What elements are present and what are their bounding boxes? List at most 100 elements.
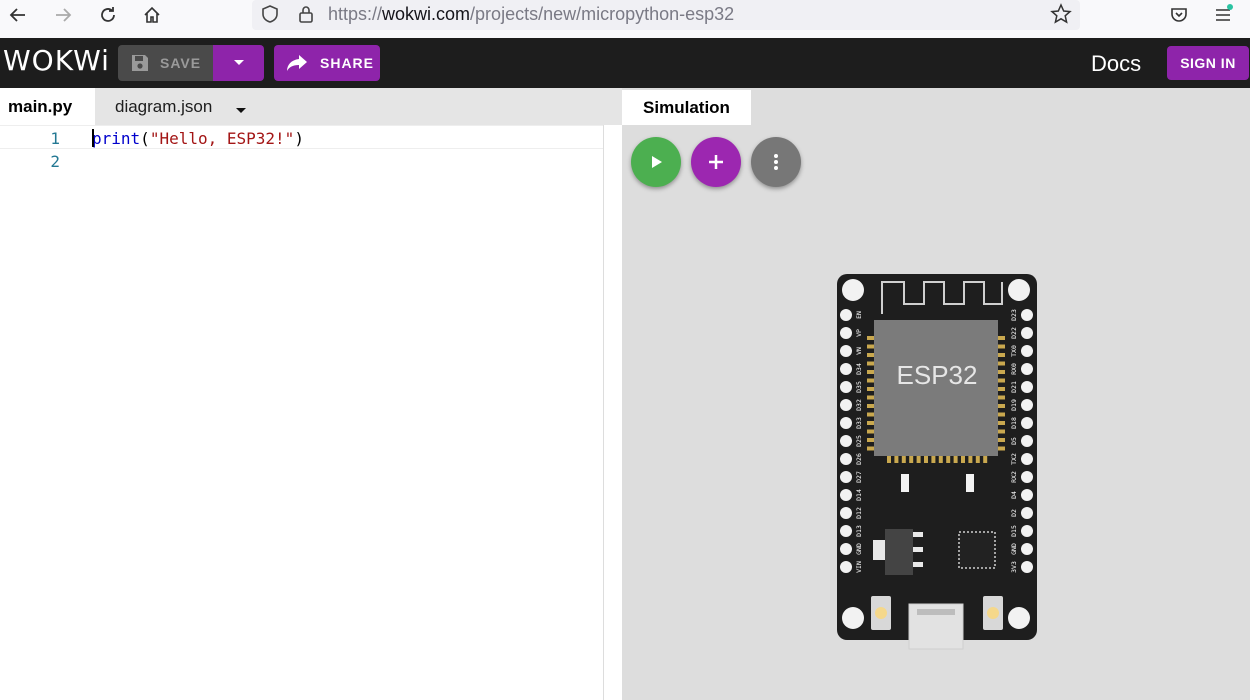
more-options-button[interactable] (751, 137, 801, 187)
pin-d33[interactable] (840, 417, 852, 429)
pin-d23[interactable] (1021, 309, 1033, 321)
pin-vp[interactable] (840, 327, 852, 339)
boot-button[interactable] (871, 596, 891, 630)
pin-label: TX0 (1010, 345, 1018, 357)
pin-d25[interactable] (840, 435, 852, 447)
browser-toolbar: https://wokwi.com/projects/new/micropyth… (0, 0, 1250, 38)
module-pad (867, 353, 874, 357)
module-pad (998, 429, 1005, 434)
code-line[interactable]: 1 print("Hello, ESP32!") (0, 125, 620, 149)
save-options-button[interactable] (213, 45, 264, 81)
module-pad (998, 387, 1005, 391)
module-pad (924, 456, 928, 463)
menu-icon[interactable] (1210, 2, 1236, 28)
save-button[interactable]: SAVE (118, 45, 213, 81)
pin-label: GND (855, 543, 863, 555)
wokwi-logo[interactable]: WOKWi (3, 44, 110, 77)
pin-label: EN (855, 311, 863, 319)
text-cursor (92, 129, 94, 147)
code-editor[interactable]: 1 print("Hello, ESP32!") 2 (0, 125, 620, 700)
module-pad (998, 412, 1005, 417)
pin-d19[interactable] (1021, 399, 1033, 411)
pin-vin[interactable] (840, 561, 852, 573)
floppy-icon (130, 53, 150, 73)
pin-label: D23 (1010, 309, 1018, 321)
start-simulation-button[interactable] (631, 137, 681, 187)
pin-vn[interactable] (840, 345, 852, 357)
pin-tx0[interactable] (1021, 345, 1033, 357)
pin-gnd[interactable] (840, 543, 852, 555)
pin-d18[interactable] (1021, 417, 1033, 429)
address-bar[interactable]: https://wokwi.com/projects/new/micropyth… (252, 0, 1080, 30)
module-pad (998, 395, 1005, 400)
star-icon[interactable] (1049, 2, 1073, 26)
pin-d13[interactable] (840, 525, 852, 537)
url-text[interactable]: https://wokwi.com/projects/new/micropyth… (328, 4, 734, 25)
pin-d22[interactable] (1021, 327, 1033, 339)
share-button[interactable]: SHARE (274, 45, 380, 81)
pin-label: D15 (1010, 525, 1018, 537)
pocket-icon[interactable] (1166, 2, 1192, 28)
home-icon[interactable] (139, 2, 165, 28)
editor-scrollbar[interactable] (604, 125, 622, 700)
pin-d5[interactable] (1021, 435, 1033, 447)
pin-label: D21 (1010, 381, 1018, 393)
pin-d26[interactable] (840, 453, 852, 465)
module-pad (916, 456, 921, 463)
esp32-board[interactable]: ESP32 EN VP VN D34 D35 D32 D33 D25 D26 D… (837, 274, 1037, 654)
back-icon[interactable] (5, 2, 31, 28)
pin-label: VN (855, 347, 863, 355)
pin-en[interactable] (840, 309, 852, 321)
module-pad (998, 353, 1005, 357)
pin-d34[interactable] (840, 363, 852, 375)
pin-label: D18 (1010, 417, 1018, 429)
pin-d15[interactable] (1021, 525, 1033, 537)
chevron-down-icon[interactable] (235, 102, 247, 120)
module-pad (998, 344, 1005, 349)
tab-diagram-json[interactable]: diagram.json (115, 88, 212, 125)
pin-label: RX0 (1010, 363, 1018, 375)
module-pad (998, 446, 1005, 451)
pin-d2[interactable] (1021, 507, 1033, 519)
pin-tx2[interactable] (1021, 453, 1033, 465)
reload-icon[interactable] (95, 2, 121, 28)
pin-d32[interactable] (840, 399, 852, 411)
editor-tabs: main.py diagram.json (0, 88, 622, 125)
pin-d21[interactable] (1021, 381, 1033, 393)
tab-main-py[interactable]: main.py (0, 88, 95, 125)
add-part-button[interactable] (691, 137, 741, 187)
pin-rx0[interactable] (1021, 363, 1033, 375)
code-line[interactable]: 2 (0, 149, 620, 173)
chip-label: ESP32 (897, 360, 978, 390)
docs-link[interactable]: Docs (1091, 51, 1141, 77)
module-pad (998, 421, 1005, 425)
module-pad (867, 395, 874, 400)
module-pad (901, 456, 906, 463)
module-pad (867, 412, 874, 417)
sign-in-button[interactable]: SIGN IN (1167, 46, 1249, 80)
pin-label: D19 (1010, 399, 1018, 411)
tab-simulation[interactable]: Simulation (622, 90, 751, 125)
module-pad (887, 456, 891, 463)
forward-icon[interactable] (50, 2, 76, 28)
pin-3v3[interactable] (1021, 561, 1033, 573)
led (901, 474, 909, 492)
module-pad (998, 404, 1005, 408)
lock-icon[interactable] (294, 2, 318, 26)
pin-label: D35 (855, 381, 863, 393)
pin-d4[interactable] (1021, 489, 1033, 501)
shield-icon[interactable] (258, 2, 282, 26)
pin-d35[interactable] (840, 381, 852, 393)
pin-label: D13 (855, 525, 863, 537)
pin-label: RX2 (1010, 471, 1018, 483)
more-vertical-icon (773, 153, 779, 171)
reset-button[interactable] (983, 596, 1003, 630)
pin-d27[interactable] (840, 471, 852, 483)
module-pad (867, 378, 874, 383)
share-label: SHARE (320, 55, 375, 71)
pin-label: D32 (855, 399, 863, 411)
pin-d14[interactable] (840, 489, 852, 501)
pin-gnd[interactable] (1021, 543, 1033, 555)
pin-rx2[interactable] (1021, 471, 1033, 483)
pin-d12[interactable] (840, 507, 852, 519)
